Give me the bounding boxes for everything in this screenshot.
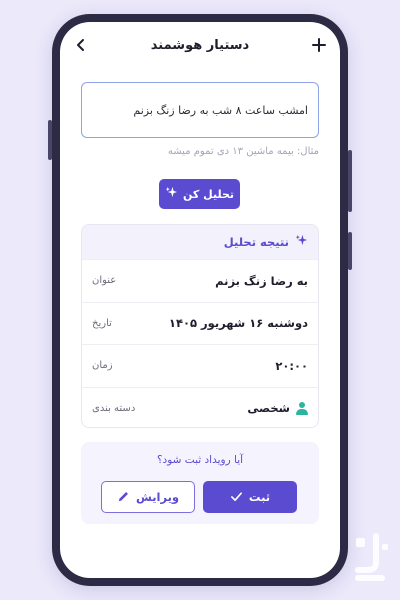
confirm-question: آیا رویداد ثبت شود؟ (156, 454, 244, 466)
app-store-logo (352, 532, 392, 590)
person-icon (296, 401, 308, 415)
edit-button[interactable]: ویرایش (101, 481, 195, 513)
confirm-panel: آیا رویداد ثبت شود؟ ثبت ویرایش (81, 442, 319, 524)
result-title: نتیجه تحلیل (223, 235, 289, 249)
event-text-input[interactable]: امشب ساعت ۸ شب به رضا زنگ بزنم (81, 82, 319, 138)
result-value: ۲۰:۰۰ (275, 358, 308, 373)
check-icon (230, 490, 243, 505)
pencil-icon (117, 490, 130, 505)
input-hint: مثال: بیمه ماشین ۱۳ دی تموم میشه (167, 146, 319, 157)
add-icon[interactable] (311, 35, 326, 55)
result-label: زمان (92, 360, 113, 372)
result-value: دوشنبه ۱۶ شهریور ۱۴۰۵ (168, 316, 308, 331)
result-label: عنوان (92, 275, 117, 287)
event-text-value: امشب ساعت ۸ شب به رضا زنگ بزنم (133, 103, 308, 117)
result-row-date: دوشنبه ۱۶ شهریور ۱۴۰۵ تاریخ (82, 301, 318, 345)
app-screen: دستیار هوشمند امشب ساعت ۸ شب به رضا زنگ … (60, 22, 340, 578)
result-row-title: به رضا زنگ بزنم عنوان (82, 259, 318, 302)
result-value: شخصی (247, 401, 290, 416)
app-header: دستیار هوشمند (60, 22, 340, 68)
save-button-label: ثبت (248, 490, 271, 504)
analyze-button[interactable]: تحلیل کن (159, 179, 240, 209)
result-label: تاریخ (92, 317, 112, 329)
result-value: به رضا زنگ بزنم (215, 273, 308, 288)
sparkles-icon (165, 186, 178, 202)
edit-button-label: ویرایش (135, 490, 180, 504)
result-row-category: شخصی دسته بندی (82, 386, 318, 428)
analyze-button-label: تحلیل کن (183, 187, 234, 201)
result-header: نتیجه تحلیل (82, 225, 318, 259)
save-button[interactable]: ثبت (203, 481, 297, 513)
category-value: شخصی (247, 401, 308, 415)
page-title: دستیار هوشمند (150, 37, 250, 53)
back-icon[interactable] (74, 35, 88, 55)
phone-power-button (348, 232, 352, 270)
phone-side-button (48, 120, 52, 160)
result-label: دسته بندی (92, 402, 136, 414)
sparkles-icon (295, 234, 308, 250)
analysis-result-card: نتیجه تحلیل به رضا زنگ بزنم عنوان دوشنبه… (81, 224, 319, 428)
result-row-time: ۲۰:۰۰ زمان (82, 344, 318, 387)
phone-volume-button (348, 150, 352, 212)
